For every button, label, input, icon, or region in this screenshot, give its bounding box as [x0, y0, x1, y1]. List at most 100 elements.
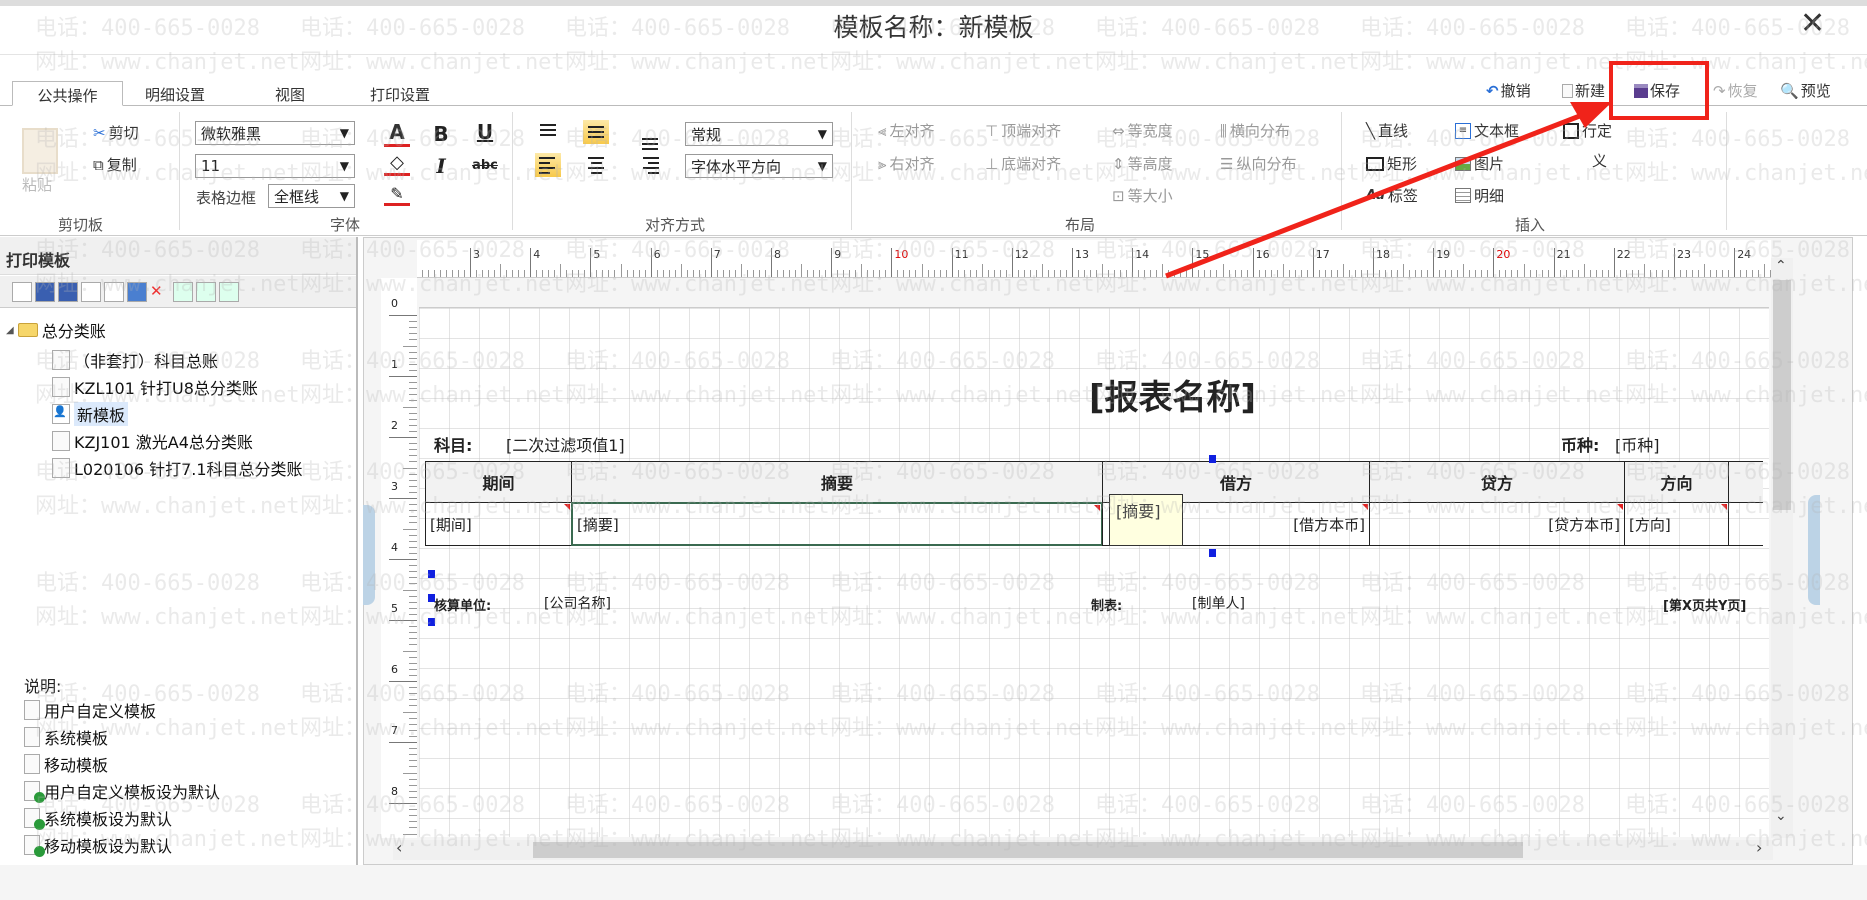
watermark-site: 网址：www.chanjet.net: [565, 50, 830, 75]
table-data-cell[interactable]: [贷方本币]: [1369, 502, 1625, 546]
tab-public-ops[interactable]: 公共操作: [12, 81, 123, 106]
selection-handle[interactable]: [1209, 549, 1216, 557]
underline-button[interactable]: U: [472, 120, 498, 144]
scroll-left-icon[interactable]: ‹: [396, 838, 402, 857]
scroll-up-icon[interactable]: ⌃: [1775, 258, 1787, 274]
scroll-down-icon[interactable]: ⌄: [1775, 808, 1787, 824]
vertical-scroll-thumb[interactable]: [1773, 280, 1791, 510]
horizontal-scroll-thumb[interactable]: [533, 842, 1523, 858]
fill-color-icon[interactable]: ◇: [384, 152, 410, 176]
same-width-button[interactable]: ⇔ 等宽度: [1112, 120, 1173, 141]
rename-icon[interactable]: [127, 282, 147, 302]
tree-root[interactable]: ◢ 总分类账: [6, 318, 106, 342]
h-distribute-button[interactable]: ⫼ 横向分布: [1220, 120, 1290, 141]
close-icon[interactable]: ✕: [1800, 6, 1825, 41]
dropdown-arrow-icon: ▼: [339, 126, 349, 140]
align-mode-select[interactable]: 常规 ▼: [685, 122, 833, 146]
tree-item[interactable]: KZL101 针打U8总分类账: [52, 375, 258, 399]
bold-button[interactable]: B: [428, 122, 454, 146]
redo-button[interactable]: ↷ 恢复: [1713, 80, 1758, 101]
v-distribute-button[interactable]: ☰ 纵向分布: [1220, 153, 1296, 174]
page-number-field[interactable]: [第X页共Y页]: [1663, 595, 1746, 614]
align-middle-icon[interactable]: [583, 120, 609, 144]
font-family-select[interactable]: 微软雅黑 ▼: [195, 121, 355, 145]
strikethrough-button[interactable]: abc: [472, 158, 498, 173]
layout-align-left-button[interactable]: ⫷ 左对齐: [878, 120, 934, 141]
selection-handle[interactable]: [1209, 455, 1216, 463]
currency-label[interactable]: 币种:: [1561, 432, 1599, 456]
tab-print-settings[interactable]: 打印设置: [360, 81, 440, 106]
font-color-button[interactable]: A: [384, 120, 410, 147]
subject-value[interactable]: [二次过滤项值1]: [506, 432, 625, 456]
tree-item[interactable]: （非套打）科目总账: [52, 348, 218, 372]
currency-value[interactable]: [币种]: [1615, 432, 1660, 456]
set-default-icon[interactable]: [81, 282, 101, 302]
same-size-button[interactable]: ⊡ 等大小: [1112, 185, 1173, 206]
copy-button[interactable]: ⧉ 复制: [93, 154, 137, 175]
table-data-cell[interactable]: [期间]: [425, 502, 572, 546]
table-header-cell[interactable]: 摘要: [571, 461, 1103, 503]
align-center-icon[interactable]: [583, 153, 609, 177]
border-select[interactable]: 全框线 ▼: [268, 184, 355, 208]
align-top-icon[interactable]: [535, 118, 561, 142]
new-button[interactable]: 新建: [1562, 80, 1605, 101]
legend-label: 系统模板: [44, 729, 109, 748]
paste-button[interactable]: 粘贴: [22, 174, 52, 195]
insert-rect-button[interactable]: 矩形: [1366, 153, 1417, 174]
tree-item[interactable]: 👤 新模板: [52, 402, 129, 426]
layout-align-right-button[interactable]: ⫸ 右对齐: [878, 153, 934, 174]
italic-button[interactable]: I: [428, 154, 454, 178]
selection-handle[interactable]: [428, 570, 435, 578]
layout-align-top-button[interactable]: ⊤ 顶端对齐: [985, 120, 1061, 141]
table-header-cell[interactable]: 贷方: [1369, 461, 1625, 503]
import-icon[interactable]: [173, 282, 193, 302]
maker-value[interactable]: [制单人]: [1192, 593, 1245, 613]
subject-label[interactable]: 科目:: [434, 432, 472, 456]
tree-item[interactable]: L020106 针打7.1科目总分类账: [52, 456, 303, 480]
check-icon[interactable]: [219, 282, 239, 302]
insert-image-button[interactable]: 图片: [1455, 153, 1504, 174]
pencil-icon[interactable]: ✎: [384, 184, 410, 206]
left-splitter-handle[interactable]: [363, 505, 375, 605]
delete-icon[interactable]: ✕: [150, 282, 170, 302]
selection-handle[interactable]: [428, 618, 435, 626]
unit-value[interactable]: [公司名称]: [544, 593, 611, 613]
insert-label-button[interactable]: Aa 标签: [1366, 185, 1418, 206]
report-page[interactable]: [报表名称] 科目: [二次过滤项值1] 币种: [币种] 期间 [期间] 摘要 [摘要] 借方[…: [419, 307, 1769, 837]
text-direction-select[interactable]: 字体水平方向 ▼: [685, 154, 833, 178]
expand-icon[interactable]: ◢: [6, 325, 14, 336]
cut-button[interactable]: ✂ 剪切: [93, 122, 139, 143]
align-left-icon[interactable]: [535, 153, 561, 177]
table-data-cell[interactable]: [摘要]: [571, 502, 1103, 546]
tree-item[interactable]: KZJ101 激光A4总分类账: [52, 429, 253, 453]
table-header-cell[interactable]: [1728, 461, 1763, 503]
maker-label[interactable]: 制表:: [1091, 595, 1122, 614]
new-template-icon[interactable]: [12, 282, 32, 302]
insert-textbox-button[interactable]: ≡ 文本框: [1455, 120, 1519, 141]
remove-default-icon[interactable]: [104, 282, 124, 302]
align-right-icon[interactable]: [637, 153, 663, 177]
tab-view[interactable]: 视图: [265, 81, 315, 106]
export-icon[interactable]: [196, 282, 216, 302]
layout-align-bottom-button[interactable]: ⊥ 底端对齐: [985, 153, 1061, 174]
preview-button[interactable]: 🔍 预览: [1780, 80, 1831, 101]
insert-line-button[interactable]: ╲ 直线: [1366, 120, 1408, 141]
right-splitter-handle[interactable]: [1808, 495, 1820, 605]
ruler-minor-tick: [1457, 270, 1459, 277]
same-height-button[interactable]: ⇕ 等高度: [1112, 153, 1173, 174]
insert-detail-button[interactable]: 明细: [1455, 185, 1504, 206]
ruler-minor-tick: [457, 270, 459, 277]
unit-label[interactable]: 核算单位:: [434, 595, 491, 614]
tab-detail-settings[interactable]: 明细设置: [135, 81, 215, 106]
edit-template-icon[interactable]: [58, 282, 78, 302]
table-data-cell[interactable]: [1728, 502, 1763, 546]
insert-row-def-button[interactable]: 行定: [1563, 120, 1612, 141]
table-header-cell[interactable]: 方向: [1624, 461, 1729, 503]
table-header-cell[interactable]: 期间: [425, 461, 572, 503]
report-title[interactable]: [报表名称]: [1089, 370, 1256, 419]
font-size-select[interactable]: 11 ▼: [195, 154, 355, 178]
undo-button[interactable]: ↶ 撤销: [1486, 80, 1531, 101]
table-data-cell[interactable]: [方向]: [1624, 502, 1729, 546]
save-template-icon[interactable]: [35, 282, 55, 302]
scroll-right-icon[interactable]: ›: [1756, 838, 1762, 857]
